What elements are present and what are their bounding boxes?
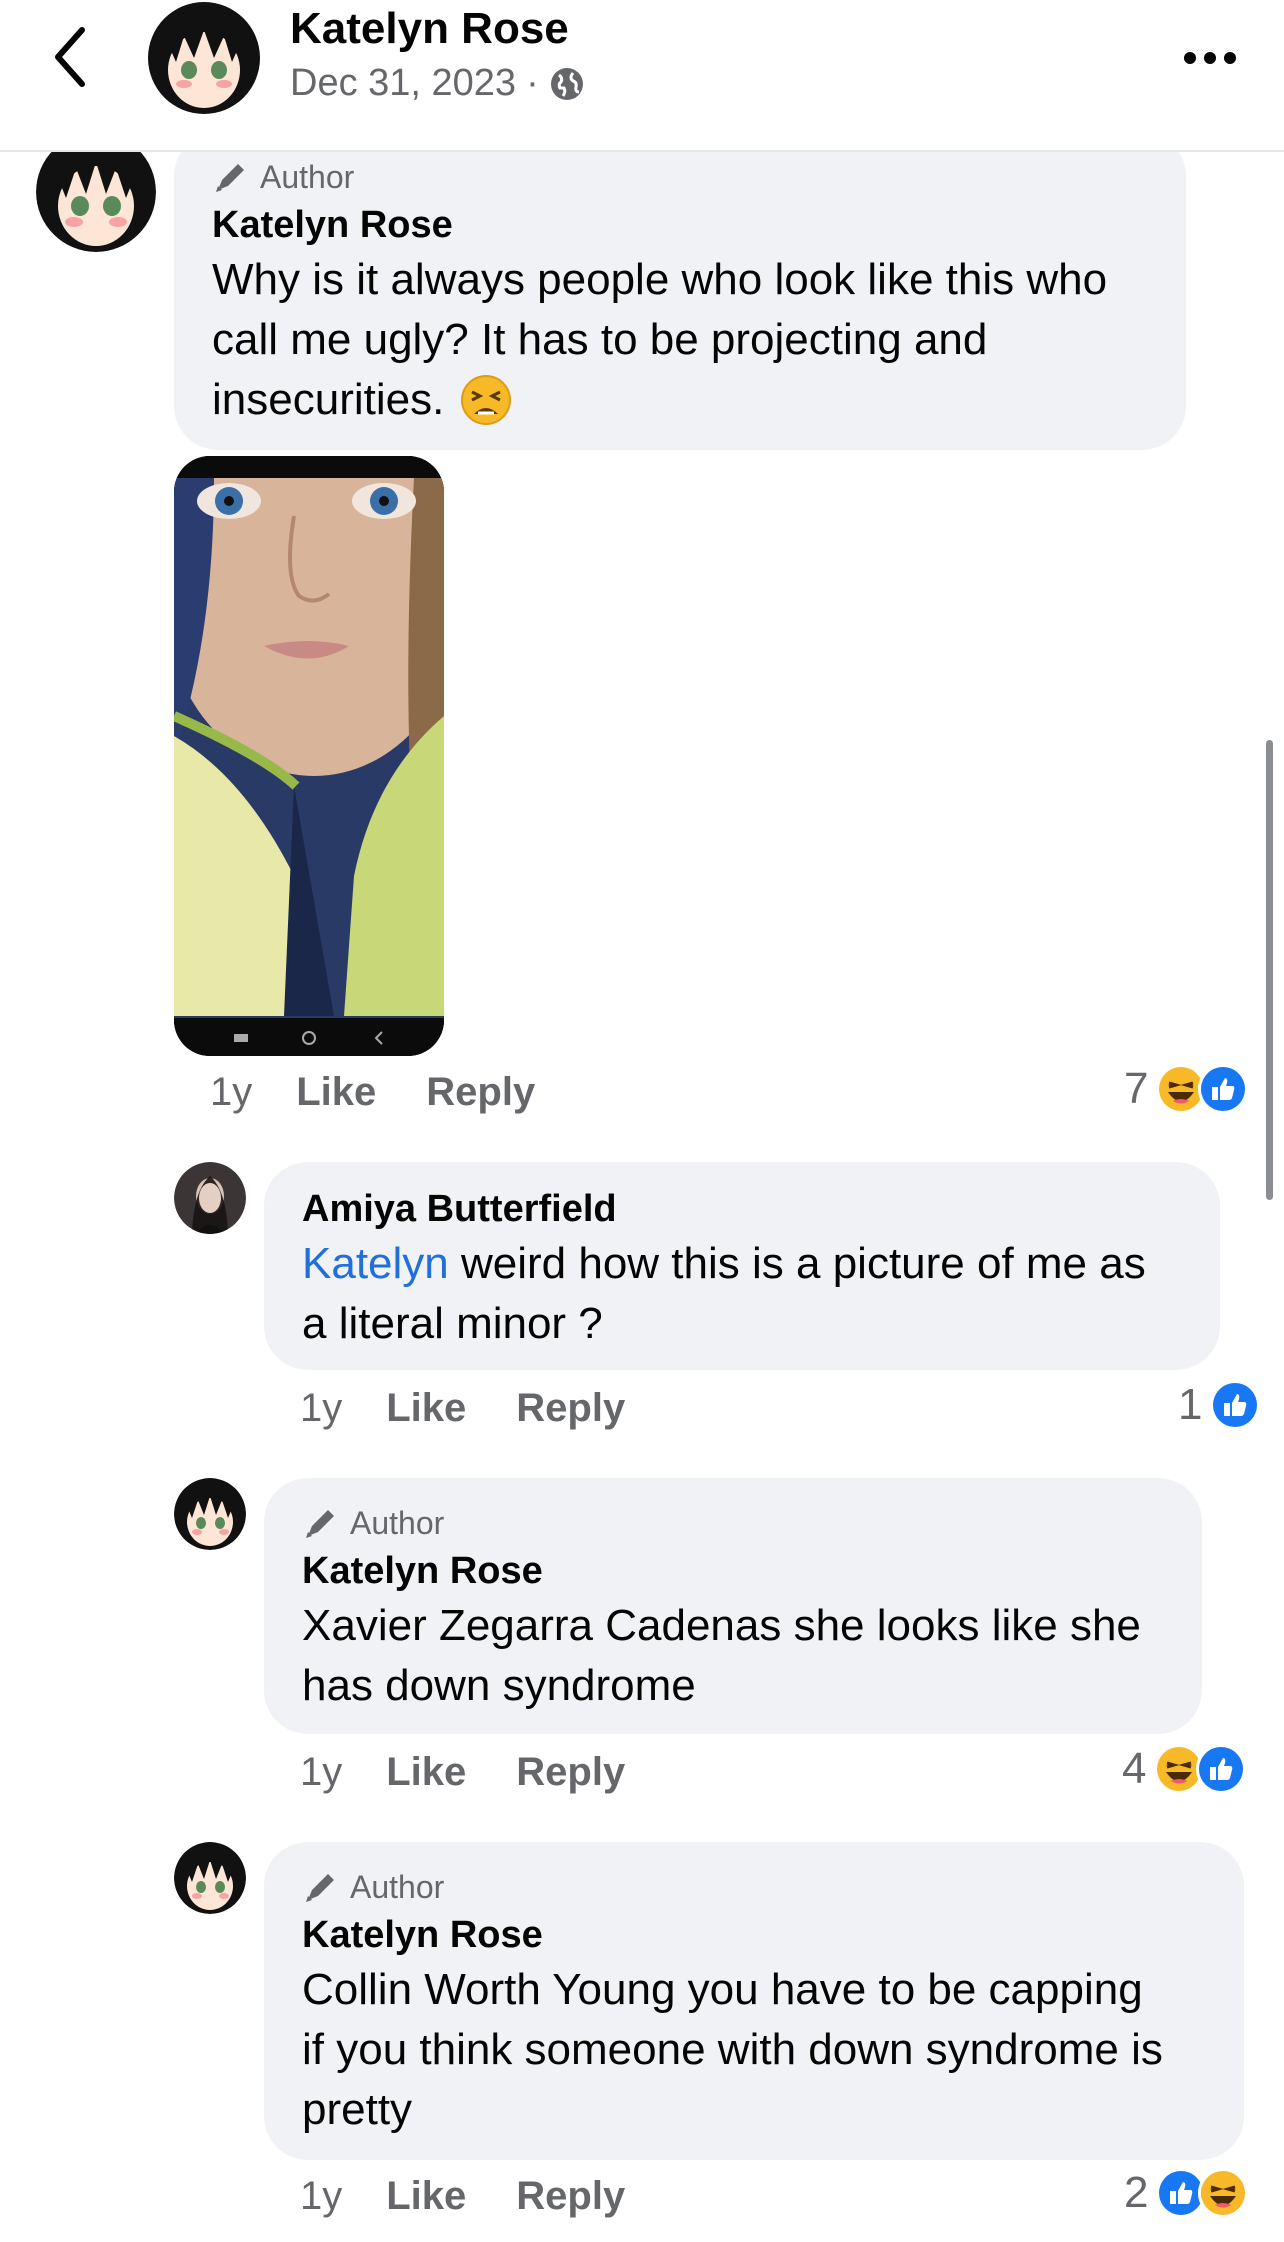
reply-bubble[interactable]: Author Katelyn Rose Xavier Zegarra Caden… [264,1478,1202,1734]
author-label: Author [260,158,355,195]
commenter-name[interactable]: Katelyn Rose [302,1914,543,1957]
comment-text: Collin Worth Young you have to be cappin… [302,1960,1232,2140]
comment-line: weird how this is a picture of me as [448,1239,1146,1288]
selfie-photo-icon [174,456,444,1056]
like-button[interactable]: Like [386,1750,466,1795]
header-avatar[interactable] [144,0,264,115]
comment-photo[interactable] [174,456,444,1056]
reply-button[interactable]: Reply [516,1386,625,1431]
reply-button[interactable]: Reply [426,1070,535,1115]
profile-photo-icon [174,1162,246,1234]
comment-text: Katelyn weird how this is a picture of m… [302,1234,1202,1354]
comment-line: has down syndrome [302,1661,696,1710]
comment-time[interactable]: 1y [300,2174,342,2219]
pen-icon [306,1874,334,1902]
more-options-button[interactable] [1180,38,1240,78]
comment-text: Xavier Zegarra Cadenas she looks like sh… [302,1596,1182,1716]
comment-line: a literal minor ? [302,1299,603,1348]
chevron-left-icon [55,27,85,87]
comment-line: Collin Worth Young you have to be cappin… [302,1965,1143,2014]
pen-icon [306,1510,334,1538]
post-date[interactable]: Dec 31, 2023 [290,62,516,105]
reaction-summary[interactable]: 4 [1122,1744,1247,1794]
commenter-name[interactable]: Katelyn Rose [302,1550,543,1593]
reaction-summary[interactable]: 1 [1178,1380,1261,1430]
reply-avatar[interactable] [174,1162,246,1234]
author-badge: Author [302,1504,444,1542]
pen-icon [216,164,244,192]
like-reaction-icon [1198,1064,1249,1114]
like-reaction-icon [1196,1744,1247,1794]
comment-time[interactable]: 1y [300,1750,342,1795]
comment-line: pretty [302,2085,413,2134]
comment-line: if you think someone with down syndrome … [302,2025,1163,2074]
like-button[interactable]: Like [386,1386,466,1431]
like-reaction-icon [1210,1380,1261,1430]
anime-avatar-icon [148,2,260,114]
more-dots-icon [1184,52,1236,64]
haha-reaction-icon [1198,2168,1249,2218]
comment-line: Why is it always people who look like th… [212,255,1108,304]
author-badge: Author [212,158,354,196]
comment-time[interactable]: 1y [300,1386,342,1431]
reply-bubble[interactable]: Author Katelyn Rose Collin Worth Young y… [264,1842,1244,2160]
post-header: Katelyn Rose Dec 31, 2023 · [0,0,1284,152]
comment-actions: 1y Like Reply [300,2174,625,2219]
post-meta: Dec 31, 2023 · [290,62,585,105]
reply-avatar[interactable] [174,1478,246,1550]
reaction-count: 4 [1122,1744,1147,1793]
comment-line-wrap: insecurities. [212,370,1172,430]
like-button[interactable]: Like [386,2174,466,2219]
commenter-name[interactable]: Amiya Butterfield [302,1188,617,1231]
author-label: Author [350,1868,445,1905]
anime-avatar-icon [174,1478,246,1550]
reply-bubble[interactable]: Amiya Butterfield Katelyn weird how this… [264,1162,1220,1370]
reaction-count: 7 [1124,1064,1149,1113]
reaction-summary[interactable]: 7 [1124,1064,1249,1114]
comment-line: Xavier Zegarra Cadenas she looks like sh… [302,1601,1141,1650]
header-author-name[interactable]: Katelyn Rose [290,4,569,54]
tired-face-emoji-icon [460,374,512,426]
comment-actions: 1y Like Reply [300,1386,625,1431]
globe-icon [549,66,585,102]
comment-line: call me ugly? It has to be projecting an… [212,315,988,364]
reply-avatar[interactable] [174,1842,246,1914]
back-button[interactable] [48,22,98,92]
comment-line: insecurities. [212,375,445,424]
comment-actions: 1y Like Reply [300,1750,625,1795]
comment-time[interactable]: 1y [210,1070,252,1115]
reaction-count: 1 [1178,1380,1203,1429]
comment-text: Why is it always people who look like th… [212,250,1172,430]
like-button[interactable]: Like [296,1070,376,1115]
comment-actions: 1y Like Reply [210,1070,535,1115]
reply-button[interactable]: Reply [516,1750,625,1795]
comment-bubble[interactable]: Author Katelyn Rose Why is it always peo… [174,132,1186,450]
author-badge: Author [302,1868,444,1906]
reply-button[interactable]: Reply [516,2174,625,2219]
reaction-summary[interactable]: 2 [1124,2168,1249,2218]
anime-avatar-icon [174,1842,246,1914]
mention-link[interactable]: Katelyn [302,1239,449,1288]
author-label: Author [350,1504,445,1541]
meta-separator: · [526,62,539,104]
commenter-name[interactable]: Katelyn Rose [212,204,453,247]
scrollbar[interactable] [1266,740,1273,1200]
reaction-count: 2 [1124,2168,1149,2217]
